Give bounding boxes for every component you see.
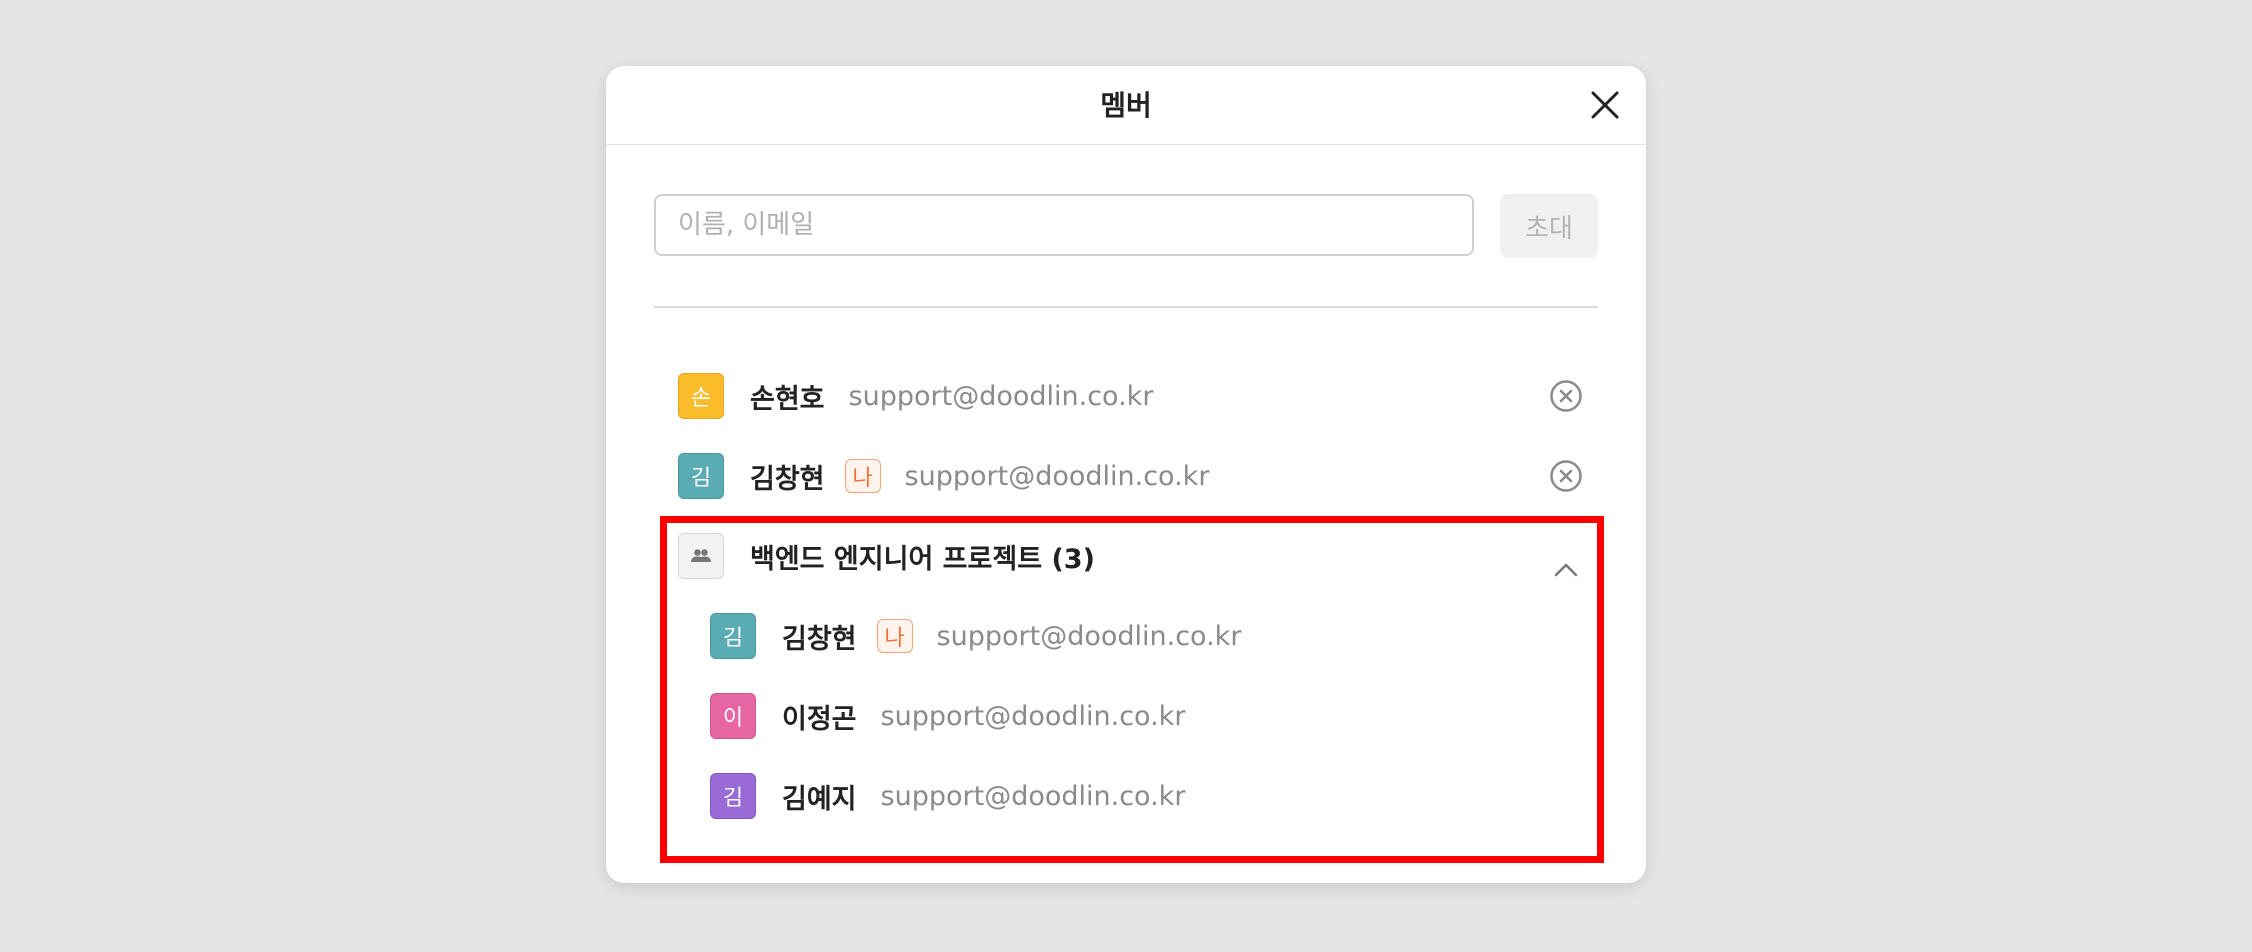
avatar: 손 <box>678 373 724 419</box>
people-icon <box>691 549 711 562</box>
divider <box>654 306 1598 308</box>
close-button[interactable] <box>1588 88 1622 122</box>
group-avatar <box>678 533 724 579</box>
me-badge: 나 <box>844 459 881 493</box>
member-name: 손현호 <box>750 383 825 415</box>
avatar: 김 <box>710 773 756 819</box>
member-name: 김창현 <box>782 623 857 655</box>
group-member-row: 김 김창현 나 support@doodlin.co.kr <box>710 612 1241 660</box>
member-name: 김창현 <box>750 463 825 495</box>
search-input[interactable] <box>654 194 1474 256</box>
modal-header: 멤버 <box>606 66 1646 145</box>
member-row: 김 김창현 나 support@doodlin.co.kr <box>678 452 1209 500</box>
member-row: 손 손현호 support@doodlin.co.kr <box>678 372 1153 420</box>
modal-title: 멤버 <box>1100 89 1152 122</box>
group-name: 백엔드 엔지니어 프로젝트 (3) <box>750 543 1095 575</box>
close-icon <box>1591 91 1619 119</box>
group-member-row: 이 이정곤 support@doodlin.co.kr <box>710 692 1185 740</box>
group-member-row: 김 김예지 support@doodlin.co.kr <box>710 772 1185 820</box>
member-email: support@doodlin.co.kr <box>936 620 1242 652</box>
avatar: 김 <box>710 613 756 659</box>
member-email: support@doodlin.co.kr <box>848 380 1154 412</box>
remove-member-button[interactable] <box>1548 458 1584 494</box>
members-modal: 멤버 초대 손 손현호 support@doodlin.co.kr 김 김창현 … <box>606 66 1646 883</box>
member-email: support@doodlin.co.kr <box>880 780 1186 812</box>
remove-circle-icon <box>1550 460 1582 492</box>
invite-button[interactable]: 초대 <box>1500 194 1598 258</box>
member-email: support@doodlin.co.kr <box>880 700 1186 732</box>
remove-member-button[interactable] <box>1548 378 1584 414</box>
member-email: support@doodlin.co.kr <box>904 460 1210 492</box>
chevron-up-icon <box>1554 563 1578 577</box>
group-row[interactable]: 백엔드 엔지니어 프로젝트 (3) <box>678 532 1095 580</box>
remove-circle-icon <box>1550 380 1582 412</box>
member-name: 이정곤 <box>782 703 857 735</box>
me-badge: 나 <box>876 619 913 653</box>
collapse-group-button[interactable] <box>1546 550 1586 590</box>
member-name: 김예지 <box>782 783 857 815</box>
avatar: 이 <box>710 693 756 739</box>
avatar: 김 <box>678 453 724 499</box>
